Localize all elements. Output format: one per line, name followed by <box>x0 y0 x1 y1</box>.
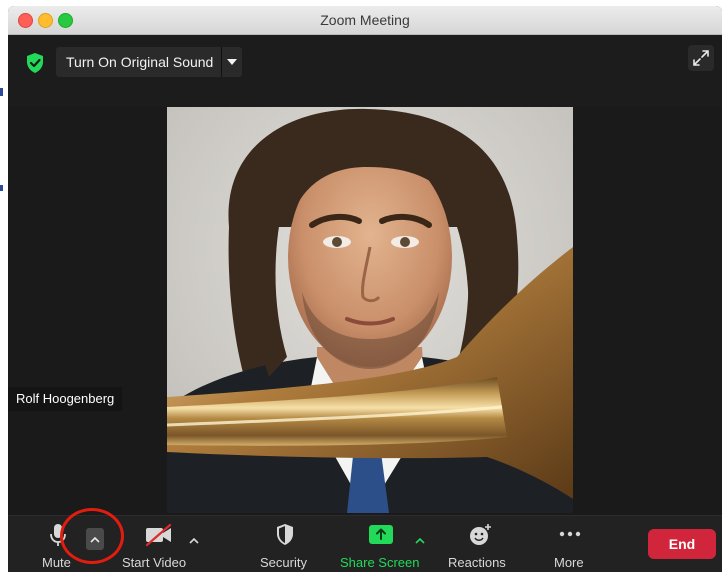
shield-check-icon[interactable] <box>22 50 48 76</box>
chevron-up-icon <box>415 531 425 549</box>
start-video-button[interactable]: Start Video <box>120 522 196 572</box>
video-options-chevron[interactable] <box>186 532 202 548</box>
participant-name-tag: Rolf Hoogenberg <box>8 387 123 411</box>
reactions-label: Reactions <box>448 555 506 570</box>
edge-mark <box>0 88 3 96</box>
title-bar: Zoom Meeting <box>8 6 722 35</box>
chevron-down-icon[interactable] <box>221 47 242 77</box>
participant-video <box>167 107 573 513</box>
chevron-up-icon <box>90 530 100 548</box>
original-sound-button[interactable]: Turn On Original Sound <box>56 47 242 77</box>
meeting-top-bar: Turn On Original Sound <box>8 35 722 107</box>
window-title: Zoom Meeting <box>320 12 410 28</box>
more-dots-icon <box>556 522 584 548</box>
microphone-icon <box>48 522 68 548</box>
more-button[interactable]: More <box>548 522 592 572</box>
security-label: Security <box>260 555 307 570</box>
video-off-icon <box>144 522 174 548</box>
emoji-plus-icon <box>468 522 494 548</box>
zoom-window: Zoom Meeting Turn On Original Sound Rolf… <box>8 6 722 572</box>
video-stage <box>8 107 722 515</box>
original-sound-label: Turn On Original Sound <box>66 54 214 70</box>
edge-mark <box>0 185 3 191</box>
chevron-up-icon <box>189 531 199 549</box>
shield-icon <box>274 522 296 548</box>
share-screen-label: Share Screen <box>340 555 420 570</box>
start-video-label: Start Video <box>122 555 187 570</box>
share-arrow-icon <box>368 522 394 548</box>
audio-options-chevron[interactable] <box>86 528 104 550</box>
mute-button[interactable]: Mute <box>38 522 82 572</box>
end-meeting-button[interactable]: End <box>648 529 716 559</box>
meeting-toolbar: Mute Start Video Security Share Screen R… <box>8 515 722 572</box>
reactions-button[interactable]: Reactions <box>444 522 516 572</box>
security-button[interactable]: Security <box>254 522 318 572</box>
mute-label: Mute <box>42 555 71 570</box>
more-label: More <box>554 555 584 570</box>
expand-icon[interactable] <box>688 45 714 71</box>
share-options-chevron[interactable] <box>412 532 428 548</box>
